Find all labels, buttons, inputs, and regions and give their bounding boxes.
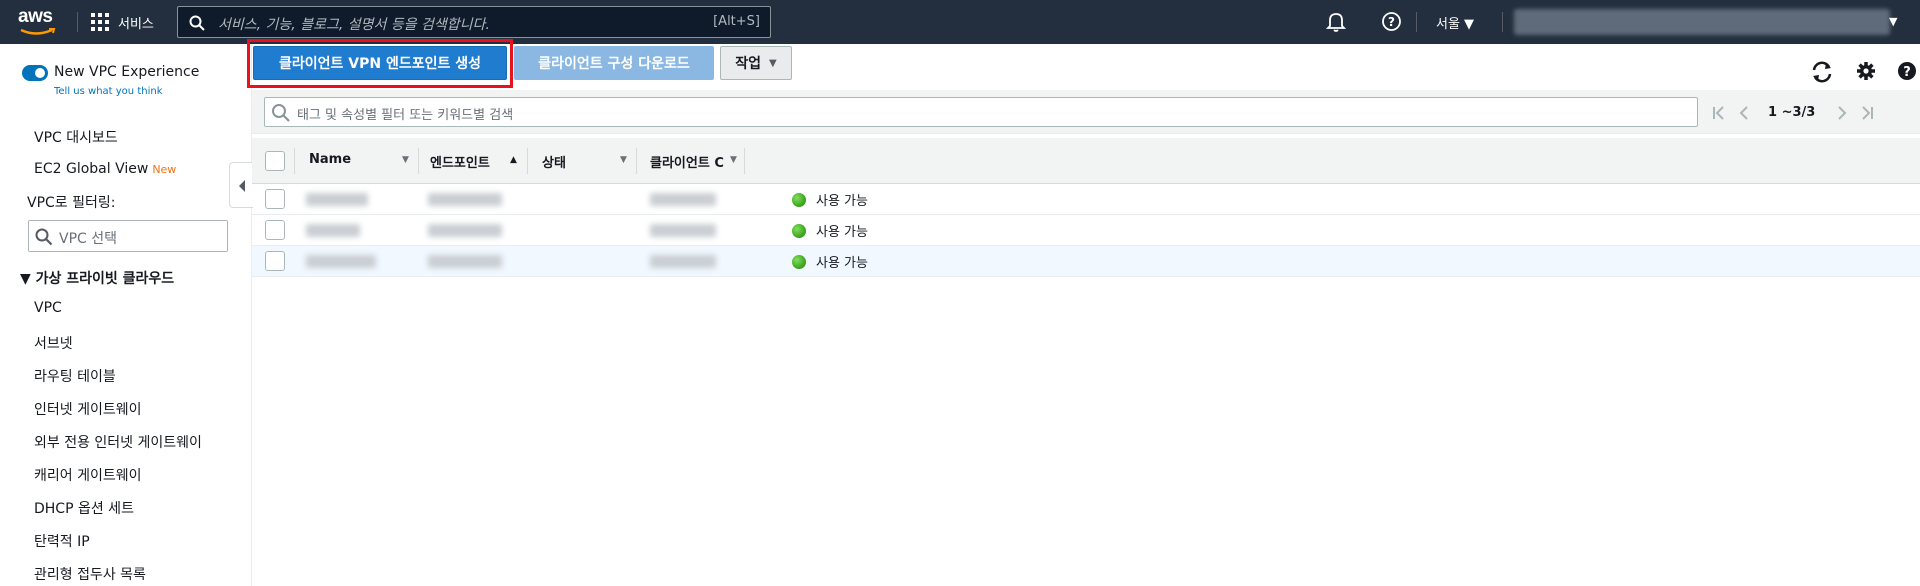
sort-caret-icon[interactable]: ▼: [402, 155, 409, 165]
account-caret-icon[interactable]: ▼: [1889, 15, 1897, 28]
services-menu[interactable]: 서비스: [118, 13, 154, 32]
new-vpc-experience-toggle[interactable]: [22, 65, 48, 81]
sidebar-item-dhcp-options[interactable]: DHCP 옵션 세트: [34, 498, 134, 518]
sort-ascending-icon[interactable]: ▲: [510, 155, 517, 165]
first-page-icon[interactable]: [1712, 106, 1726, 120]
sidebar-section-virtual-private-cloud[interactable]: ▼ 가상 프라이빗 클라우드: [20, 268, 174, 288]
last-page-icon[interactable]: [1860, 106, 1874, 120]
redacted-client: [650, 224, 716, 237]
column-divider: [418, 148, 419, 174]
refresh-icon[interactable]: [1810, 61, 1834, 83]
search-icon: [272, 104, 290, 122]
account-menu-redacted[interactable]: [1514, 9, 1890, 35]
vpc-filter-label: VPC로 필터링:: [27, 195, 116, 211]
sidebar-item-managed-prefix-lists[interactable]: 관리형 접두사 목록: [34, 564, 146, 584]
filter-placeholder: 태그 및 속성별 필터 또는 키워드별 검색: [297, 108, 514, 123]
actions-dropdown-button[interactable]: 작업 ▼: [720, 46, 792, 80]
download-client-config-button[interactable]: 클라이언트 구성 다운로드: [514, 46, 714, 80]
page-count: 1 ~3/3: [1768, 105, 1816, 120]
aws-logo-text: aws: [18, 6, 53, 27]
global-search-input[interactable]: 서비스, 기능, 블로그, 설명서 등을 검색합니다. [Alt+S]: [177, 6, 771, 38]
sort-caret-icon[interactable]: ▼: [730, 155, 737, 165]
notifications-bell-icon[interactable]: [1326, 11, 1346, 33]
column-header-name[interactable]: Name: [309, 152, 351, 167]
row-checkbox[interactable]: [265, 220, 285, 240]
sidebar-item-egress-only-igw[interactable]: 외부 전용 인터넷 게이트웨이: [34, 432, 202, 452]
status-text: 사용 가능: [816, 256, 868, 271]
status-available-icon: [792, 254, 806, 269]
redacted-name: [306, 224, 360, 237]
status-cell: 사용 가능: [792, 252, 868, 271]
column-header-client[interactable]: 클라이언트 C: [650, 152, 726, 171]
table-filter-input[interactable]: 태그 및 속성별 필터 또는 키워드별 검색: [264, 97, 1698, 127]
sort-caret-icon[interactable]: ▼: [620, 155, 627, 165]
redacted-endpoint: [428, 224, 502, 237]
sidebar-item-elastic-ips[interactable]: 탄력적 IP: [34, 531, 90, 551]
settings-gear-icon[interactable]: [1856, 61, 1876, 81]
column-divider: [527, 148, 528, 174]
sidebar-item-internet-gateways[interactable]: 인터넷 게이트웨이: [34, 399, 142, 419]
row-checkbox[interactable]: [265, 189, 285, 209]
select-all-checkbox[interactable]: [265, 151, 285, 171]
status-cell: 사용 가능: [792, 221, 868, 240]
sidebar: New VPC Experience Tell us what you thin…: [0, 44, 252, 586]
sidebar-item-carrier-gateways[interactable]: 캐리어 게이트웨이: [34, 465, 142, 485]
status-text: 사용 가능: [816, 225, 868, 240]
region-selector[interactable]: 서울 ▼: [1436, 13, 1474, 32]
services-grid-icon[interactable]: [91, 13, 109, 31]
sidebar-collapse-toggle[interactable]: [229, 162, 253, 208]
status-cell: 사용 가능: [792, 190, 868, 209]
sidebar-item-subnets[interactable]: 서브넷: [34, 333, 73, 353]
new-vpc-experience-label: New VPC Experience: [54, 64, 200, 80]
column-header-endpoint[interactable]: 엔드포인트: [430, 152, 490, 171]
column-divider: [636, 148, 637, 174]
nav-divider: [1502, 12, 1503, 32]
search-shortcut: [Alt+S]: [713, 14, 760, 29]
info-help-icon[interactable]: ?: [1897, 61, 1917, 81]
nav-divider: [1416, 12, 1417, 32]
column-divider: [294, 148, 295, 174]
redacted-name: [306, 255, 376, 268]
sidebar-item-ec2-global-view[interactable]: EC2 Global View New: [34, 161, 176, 177]
table-row[interactable]: 사용 가능: [252, 184, 1920, 215]
search-icon: [35, 228, 53, 246]
redacted-client: [650, 255, 716, 268]
status-available-icon: [792, 223, 806, 238]
chevron-down-icon: ▼: [769, 57, 777, 69]
table-row[interactable]: 사용 가능: [252, 246, 1920, 277]
svg-text:?: ?: [1388, 15, 1395, 29]
sidebar-item-route-tables[interactable]: 라우팅 테이블: [34, 366, 116, 386]
svg-text:?: ?: [1903, 65, 1911, 80]
actions-label: 작업: [735, 56, 762, 72]
table-row[interactable]: 사용 가능: [252, 215, 1920, 246]
help-icon[interactable]: ?: [1381, 11, 1402, 32]
table-header: Name ▼ 엔드포인트 ▲ 상태 ▼ 클라이언트 C ▼: [252, 138, 1920, 184]
sidebar-item-vpc-dashboard[interactable]: VPC 대시보드: [34, 127, 118, 147]
next-page-icon[interactable]: [1836, 106, 1848, 120]
search-placeholder: 서비스, 기능, 블로그, 설명서 등을 검색합니다.: [218, 17, 490, 33]
status-available-icon: [792, 192, 806, 207]
aws-smile-icon: [20, 28, 56, 35]
redacted-name: [306, 193, 368, 206]
redacted-client: [650, 193, 716, 206]
feedback-link[interactable]: Tell us what you think: [54, 86, 163, 97]
search-icon: [189, 15, 205, 31]
sidebar-item-vpc[interactable]: VPC: [34, 300, 62, 316]
table-filter-bar: 태그 및 속성별 필터 또는 키워드별 검색 1 ~3/3: [252, 90, 1920, 134]
new-badge: New: [152, 163, 177, 176]
top-navigation-bar: aws 서비스 서비스, 기능, 블로그, 설명서 등을 검색합니다. [Alt…: [0, 0, 1920, 44]
vpc-select-placeholder: VPC 선택: [59, 231, 118, 247]
sidebar-item-label: EC2 Global View: [34, 161, 149, 177]
previous-page-icon[interactable]: [1738, 106, 1750, 120]
row-checkbox[interactable]: [265, 251, 285, 271]
status-text: 사용 가능: [816, 194, 868, 209]
redacted-endpoint: [428, 193, 502, 206]
redacted-endpoint: [428, 255, 502, 268]
highlight-box: [247, 39, 513, 88]
nav-divider: [77, 12, 78, 32]
column-divider: [744, 148, 745, 174]
column-header-status[interactable]: 상태: [542, 152, 566, 171]
vpc-filter-select[interactable]: VPC 선택: [28, 220, 228, 252]
aws-logo[interactable]: aws: [18, 6, 58, 38]
